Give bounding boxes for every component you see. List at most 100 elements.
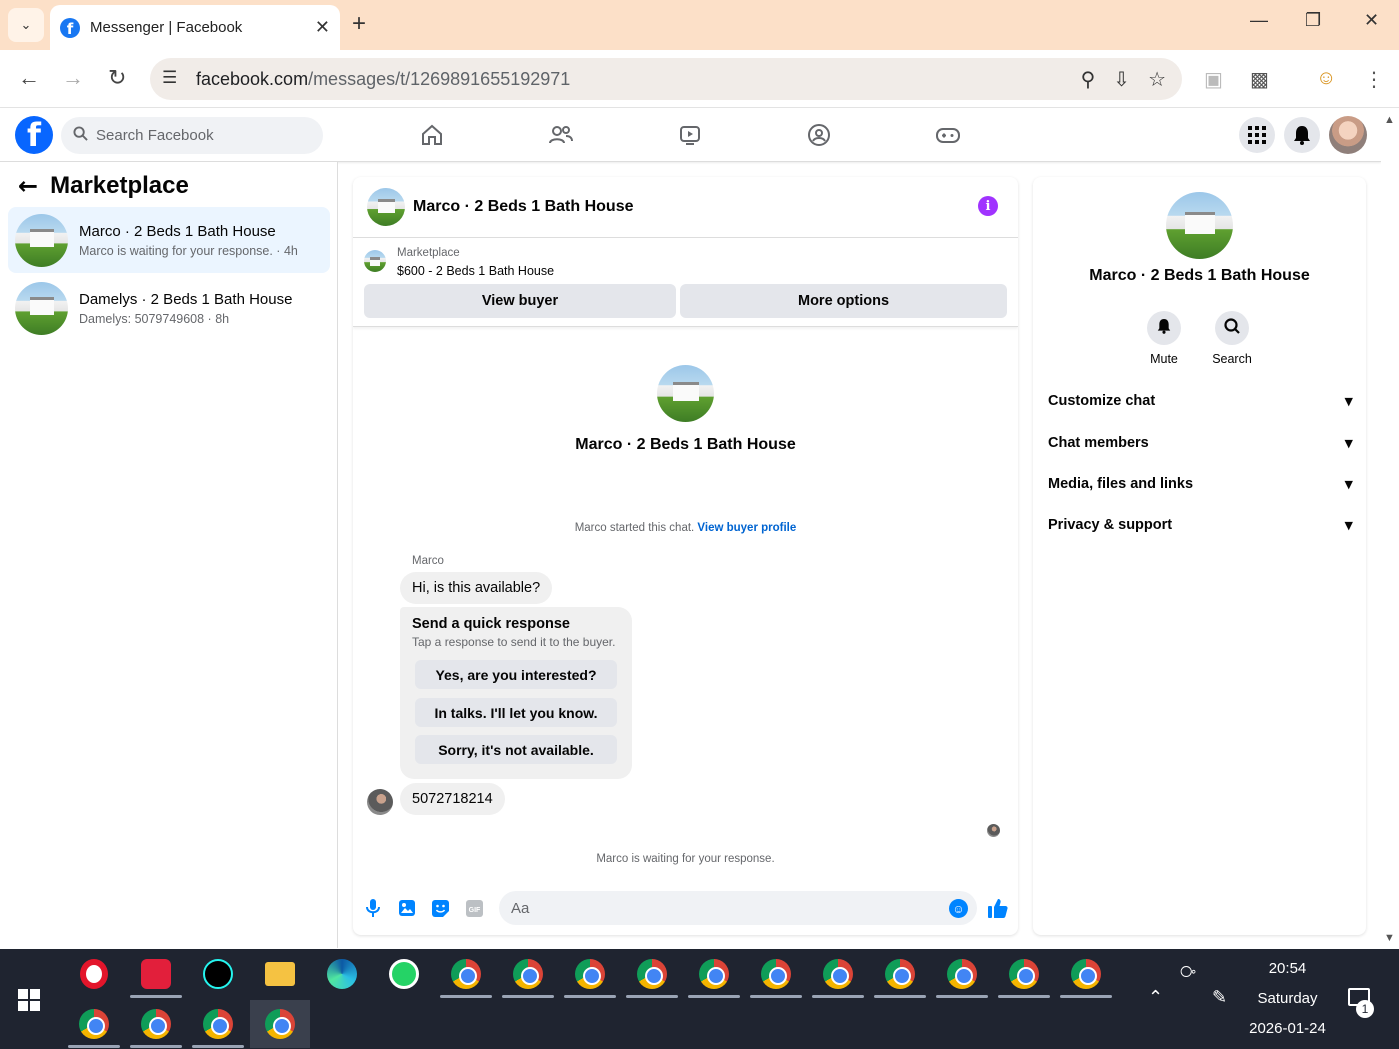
minimize-icon[interactable]: —: [1250, 10, 1268, 31]
microphone-icon[interactable]: [364, 899, 382, 917]
house-thumbnail: [15, 213, 68, 267]
show-hidden-icons-icon[interactable]: ⌃: [1148, 987, 1163, 1008]
chrome-window-icon[interactable]: [440, 950, 492, 998]
chrome-window-icon[interactable]: [998, 950, 1050, 998]
chrome-window-icon[interactable]: [936, 950, 988, 998]
facebook-logo-icon[interactable]: f: [15, 116, 53, 154]
browser-menu-icon[interactable]: ⋮: [1364, 67, 1384, 92]
quick-response-subtitle: Tap a response to send it to the buyer.: [412, 635, 616, 649]
chat-members-section[interactable]: Chat members ▼: [1048, 428, 1353, 458]
chrome-window-icon[interactable]: [192, 1000, 244, 1048]
message-input-box[interactable]: ☺: [499, 891, 977, 925]
pen-icon[interactable]: ✎: [1212, 987, 1227, 1008]
chrome-window-icon[interactable]: [874, 950, 926, 998]
quick-response-button[interactable]: Sorry, it's not available.: [415, 735, 617, 764]
conversation-item-marco[interactable]: Marco · 2 Beds 1 Bath House Marco is wai…: [8, 207, 330, 273]
facebook-search[interactable]: [61, 117, 323, 154]
quick-response-button[interactable]: In talks. I'll let you know.: [415, 698, 617, 727]
more-options-button[interactable]: More options: [680, 284, 1007, 318]
media-files-links-section[interactable]: Media, files and links ▼: [1048, 469, 1353, 499]
emoji-icon[interactable]: ☺: [949, 899, 968, 918]
chrome-window-icon[interactable]: [564, 950, 616, 998]
bookmark-star-icon[interactable]: ☆: [1148, 67, 1166, 92]
gif-icon[interactable]: GIF: [465, 899, 483, 917]
browser-tab[interactable]: f Messenger | Facebook ✕: [50, 5, 340, 50]
chrome-window-icon[interactable]: [626, 950, 678, 998]
message-composer: GIF ☺: [353, 887, 1018, 929]
edge-icon[interactable]: [316, 950, 368, 998]
url-text: facebook.com/messages/t/1269891655192971: [196, 68, 571, 89]
chrome-window-icon[interactable]: [812, 950, 864, 998]
photo-icon[interactable]: [398, 899, 416, 917]
chevron-down-icon: ▼: [1344, 436, 1353, 450]
watch-icon[interactable]: [675, 121, 705, 149]
home-icon[interactable]: [417, 121, 447, 149]
install-app-icon[interactable]: ⇩: [1113, 67, 1130, 92]
conversation-sidebar: ← Marketplace Marco · 2 Beds 1 Bath Hous…: [0, 162, 338, 948]
windows-start-icon[interactable]: [18, 989, 40, 1011]
house-thumbnail: [1166, 192, 1233, 259]
extensions-puzzle-icon[interactable]: ▩: [1250, 67, 1269, 92]
site-settings-icon[interactable]: ☰: [162, 68, 177, 88]
friends-icon[interactable]: [546, 121, 576, 149]
restore-icon[interactable]: ❐: [1305, 10, 1321, 31]
gaming-icon[interactable]: [933, 121, 963, 149]
zoom-icon[interactable]: ⚲: [1081, 67, 1096, 92]
clock-day: Saturday: [1257, 990, 1318, 1007]
wifi-icon[interactable]: ⧂: [1180, 964, 1196, 982]
privacy-support-section[interactable]: Privacy & support ▼: [1048, 510, 1353, 540]
scroll-up-icon[interactable]: ▲: [1384, 114, 1395, 126]
chrome-window-icon[interactable]: [750, 950, 802, 998]
scroll-down-icon[interactable]: ▼: [1384, 932, 1395, 944]
sticker-icon[interactable]: [431, 899, 449, 917]
close-window-icon[interactable]: ✕: [1364, 10, 1379, 31]
chrome-window-icon-active[interactable]: [250, 1000, 310, 1048]
forward-icon[interactable]: →: [62, 65, 84, 91]
chrome-window-icon[interactable]: [68, 1000, 120, 1048]
reload-icon[interactable]: ↻: [108, 65, 126, 91]
house-thumbnail[interactable]: [367, 188, 405, 226]
whatsapp-icon[interactable]: [378, 950, 430, 998]
address-bar[interactable]: ☰ facebook.com/messages/t/12698916551929…: [150, 58, 1182, 100]
opera-icon[interactable]: [68, 950, 120, 998]
chrome-window-icon[interactable]: [688, 950, 740, 998]
info-icon[interactable]: i: [978, 196, 998, 216]
close-tab-icon[interactable]: ✕: [315, 17, 330, 38]
tiktok-icon[interactable]: [192, 950, 244, 998]
tab-search-button[interactable]: ⌄: [8, 8, 44, 42]
account-avatar[interactable]: [1329, 116, 1367, 154]
chrome-window-icon[interactable]: [1060, 950, 1112, 998]
customize-chat-section[interactable]: Customize chat ▼: [1048, 386, 1353, 416]
back-icon[interactable]: ←: [18, 65, 40, 91]
mute-button[interactable]: Mute: [1134, 311, 1194, 366]
buyer-avatar[interactable]: [367, 789, 393, 815]
quick-response-title: Send a quick response: [412, 616, 570, 632]
notification-count-badge: 1: [1356, 1000, 1374, 1018]
messenger-app-icon[interactable]: [130, 950, 182, 998]
file-explorer-icon[interactable]: [254, 950, 306, 998]
page-scrollbar[interactable]: ▲ ▼: [1381, 108, 1399, 948]
new-tab-icon[interactable]: +: [352, 10, 366, 38]
groups-icon[interactable]: [804, 121, 834, 149]
taskbar-clock[interactable]: 20:54 Saturday 2026-01-24: [1240, 960, 1335, 1037]
view-buyer-profile-link[interactable]: View buyer profile: [697, 522, 796, 534]
search-conversation-button[interactable]: Search: [1202, 311, 1262, 366]
profile-icon[interactable]: ☺: [1316, 67, 1336, 90]
quick-response-button[interactable]: Yes, are you interested?: [415, 660, 617, 689]
conversation-item-damelys[interactable]: Damelys · 2 Beds 1 Bath House Damelys: 5…: [8, 275, 330, 341]
chat-title[interactable]: Marco · 2 Beds 1 Bath House: [413, 198, 634, 216]
view-buyer-button[interactable]: View buyer: [364, 284, 676, 318]
thumbs-up-icon[interactable]: [987, 897, 1009, 919]
extension-icon[interactable]: ▣: [1204, 67, 1223, 92]
message-input[interactable]: [511, 899, 931, 917]
chrome-window-icon[interactable]: [130, 1000, 182, 1048]
back-arrow-icon[interactable]: ←: [18, 172, 38, 200]
facebook-search-input[interactable]: [96, 127, 296, 144]
notifications-bell-icon[interactable]: [1284, 117, 1320, 153]
search-icon: [73, 126, 88, 145]
menu-grid-icon[interactable]: [1239, 117, 1275, 153]
clock-date: 2026-01-24: [1249, 1020, 1326, 1037]
details-name: Marco · 2 Beds 1 Bath House: [1089, 267, 1310, 284]
chrome-window-icon[interactable]: [502, 950, 554, 998]
chat-header: Marco · 2 Beds 1 Bath House i: [353, 177, 1018, 238]
